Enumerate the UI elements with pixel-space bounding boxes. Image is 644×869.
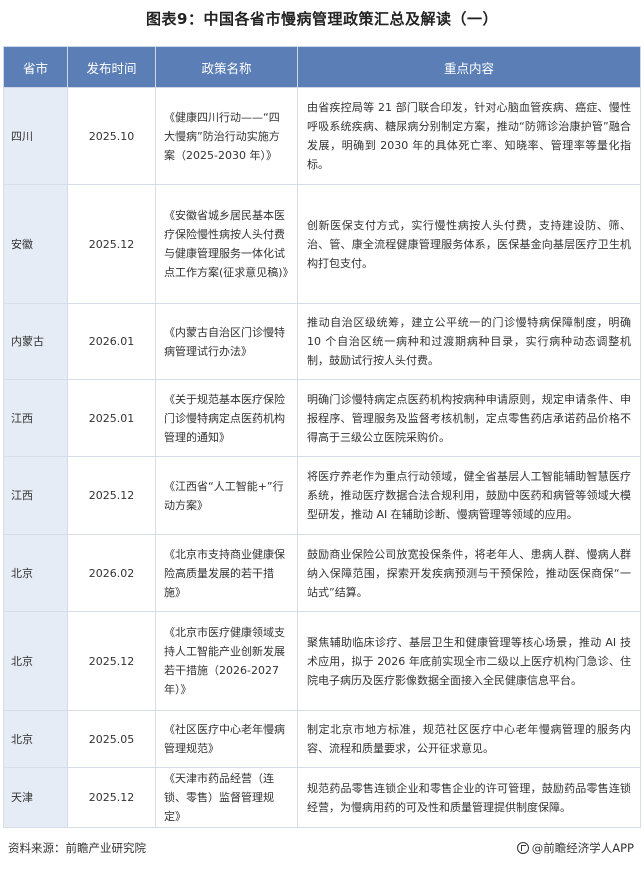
source-note: 资料来源：前瞻产业研究院	[8, 841, 146, 855]
cell-policy: 《江西省“人工智能+”行动方案》	[155, 456, 298, 535]
cell-province: 江西	[3, 456, 68, 535]
cell-points: 聚焦辅助临床诊疗、基层卫生和健康管理等核心场景，推动 AI 技术应用，拟于 20…	[297, 611, 641, 711]
cell-province: 天津	[3, 767, 68, 828]
table-row: 内蒙古 2026.01 《内蒙古自治区门诊慢特病管理试行办法》 推动自治区级统筹…	[3, 303, 641, 380]
cell-points: 创新医保支付方式，实行慢性病按人头付费，支持建设防、筛、治、管、康全流程健康管理…	[297, 184, 641, 304]
cell-points: 规范药品零售连锁企业和零售企业的许可管理，鼓励药品零售连锁经营，为慢病用药的可及…	[297, 767, 641, 828]
brand-logo-icon	[516, 842, 529, 854]
cell-province: 北京	[3, 611, 68, 711]
table-row: 北京 2025.05 《社区医疗中心老年慢病管理规范》 制定北京市地方标准，规范…	[3, 710, 641, 768]
cell-province: 江西	[3, 379, 68, 457]
header-date: 发布时间	[67, 46, 156, 88]
cell-points: 由省疾控局等 21 部门联合印发，针对心脑血管疾病、癌症、慢性呼吸系统疾病、糖尿…	[297, 87, 641, 185]
cell-points: 明确门诊慢特病定点医药机构按病种申请原则，规定申请条件、申报程序、管理服务及监督…	[297, 379, 641, 457]
brand-name: @前瞻经济学人APP	[531, 841, 634, 855]
cell-policy: 《北京市支持商业健康保险高质量发展的若干措施》	[155, 534, 298, 612]
cell-province: 内蒙古	[3, 303, 68, 380]
cell-policy: 《内蒙古自治区门诊慢特病管理试行办法》	[155, 303, 298, 380]
cell-date: 2025.01	[67, 379, 156, 457]
table-header-row: 省市 发布时间 政策名称 重点内容	[3, 46, 641, 88]
table-row: 江西 2025.01 《关于规范基本医疗保险门诊慢特病定点医药机构管理的通知》 …	[3, 379, 641, 457]
cell-policy: 《社区医疗中心老年慢病管理规范》	[155, 710, 298, 768]
cell-policy: 《关于规范基本医疗保险门诊慢特病定点医药机构管理的通知》	[155, 379, 298, 457]
cell-date: 2025.12	[67, 611, 156, 711]
cell-date: 2025.12	[67, 767, 156, 828]
cell-date: 2025.05	[67, 710, 156, 768]
cell-points: 推动自治区级统筹，建立公平统一的门诊慢特病保障制度，明确 10 个自治区统一病种…	[297, 303, 641, 380]
table-row: 北京 2026.02 《北京市支持商业健康保险高质量发展的若干措施》 鼓励商业保…	[3, 534, 641, 612]
cell-date: 2025.12	[67, 456, 156, 535]
brand-credit: @前瞻经济学人APP	[516, 840, 634, 856]
cell-policy: 《天津市药品经营（连锁、零售）监督管理规定》	[155, 767, 298, 828]
cell-province: 北京	[3, 710, 68, 768]
cell-points: 制定北京市地方标准，规范社区医疗中心老年慢病管理的服务内容、流程和质量要求，公开…	[297, 710, 641, 768]
cell-date: 2026.01	[67, 303, 156, 380]
cell-policy: 《安徽省城乡居民基本医疗保险慢性病按人头付费与健康管理服务一体化试点工作方案(征…	[155, 184, 298, 304]
cell-province: 北京	[3, 534, 68, 612]
cell-policy: 《北京市医疗健康领域支持人工智能产业创新发展若干措施（2026-2027 年）》	[155, 611, 298, 711]
table-row: 天津 2025.12 《天津市药品经营（连锁、零售）监督管理规定》 规范药品零售…	[3, 767, 641, 828]
header-policy: 政策名称	[155, 46, 298, 88]
table-row: 江西 2025.12 《江西省“人工智能+”行动方案》 将医疗养老作为重点行动领…	[3, 456, 641, 535]
cell-date: 2025.10	[67, 87, 156, 185]
header-province: 省市	[3, 46, 68, 88]
header-points: 重点内容	[297, 46, 641, 88]
cell-points: 鼓励商业保险公司放宽投保条件，将老年人、患病人群、慢病人群纳入保障范围，探索开发…	[297, 534, 641, 612]
table-row: 安徽 2025.12 《安徽省城乡居民基本医疗保险慢性病按人头付费与健康管理服务…	[3, 184, 641, 304]
table-row: 北京 2025.12 《北京市医疗健康领域支持人工智能产业创新发展若干措施（20…	[3, 611, 641, 711]
page-title: 图表9：中国各省市慢病管理政策汇总及解读（一）	[146, 10, 498, 28]
cell-date: 2025.12	[67, 184, 156, 304]
cell-points: 将医疗养老作为重点行动领域，健全省基层人工智能辅助智慧医疗系统，推动医疗数据合法…	[297, 456, 641, 535]
table-row: 四川 2025.10 《健康四川行动——“四大慢病”防治行动实施方案（2025-…	[3, 87, 641, 185]
cell-date: 2026.02	[67, 534, 156, 612]
cell-policy: 《健康四川行动——“四大慢病”防治行动实施方案（2025-2030 年）》	[155, 87, 298, 185]
policy-table: 省市 发布时间 政策名称 重点内容 四川 2025.10 《健康四川行动——“四…	[3, 46, 641, 828]
cell-province: 安徽	[3, 184, 68, 304]
cell-province: 四川	[3, 87, 68, 185]
